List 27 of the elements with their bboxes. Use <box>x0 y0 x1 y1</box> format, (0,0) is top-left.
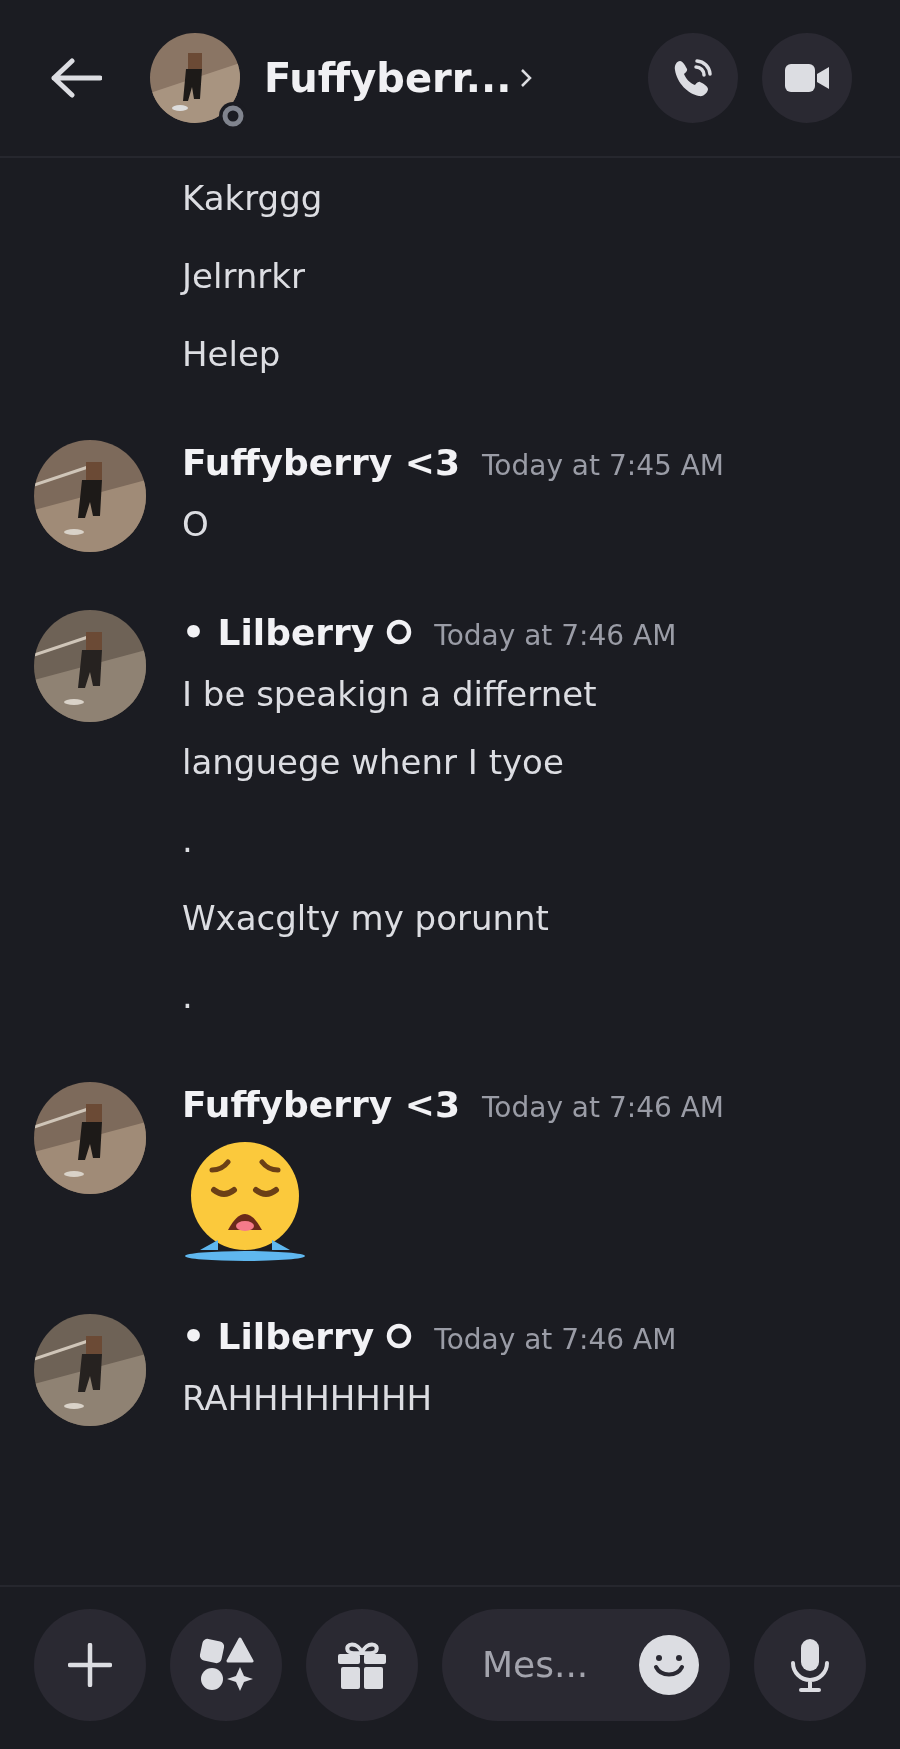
message-text: . <box>182 975 194 1018</box>
timestamp: Today at 7:45 AM <box>481 448 724 484</box>
message-text: I be speakign a differnet languege whenr I tyoe <box>182 673 598 784</box>
back-arrow-icon[interactable] <box>50 58 102 98</box>
username[interactable]: • Lilberry <box>182 1310 375 1364</box>
microphone-icon <box>790 1637 830 1693</box>
timestamp: Today at 7:46 AM <box>434 618 677 654</box>
timestamp: Today at 7:46 AM <box>481 1090 724 1126</box>
message-text: O <box>182 503 210 546</box>
message-text: Wxacglty my porunnt <box>182 897 550 940</box>
shapes-icon <box>198 1637 254 1693</box>
message-text: Helep <box>182 333 282 376</box>
message-text: Kakrggg <box>182 177 324 220</box>
timestamp: Today at 7:46 AM <box>434 1322 677 1358</box>
message-text: RAHHHHHHHH <box>182 1377 434 1420</box>
message-text: . <box>182 819 194 862</box>
username[interactable]: Fuffyberry <3 <box>182 1078 460 1132</box>
plus-icon <box>68 1643 112 1687</box>
contact-name[interactable]: Fuffyberr... <box>264 48 512 108</box>
emoji-icon[interactable] <box>638 1634 700 1696</box>
video-camera-icon <box>784 62 830 94</box>
message-field[interactable]: Mes... <box>482 1638 602 1692</box>
username[interactable]: • Lilberry <box>182 606 375 660</box>
phone-icon <box>672 57 714 99</box>
crying-face-icon <box>182 1140 308 1262</box>
username[interactable]: Fuffyberry <3 <box>182 436 460 490</box>
message-text: Jelrnrkr <box>182 255 306 298</box>
